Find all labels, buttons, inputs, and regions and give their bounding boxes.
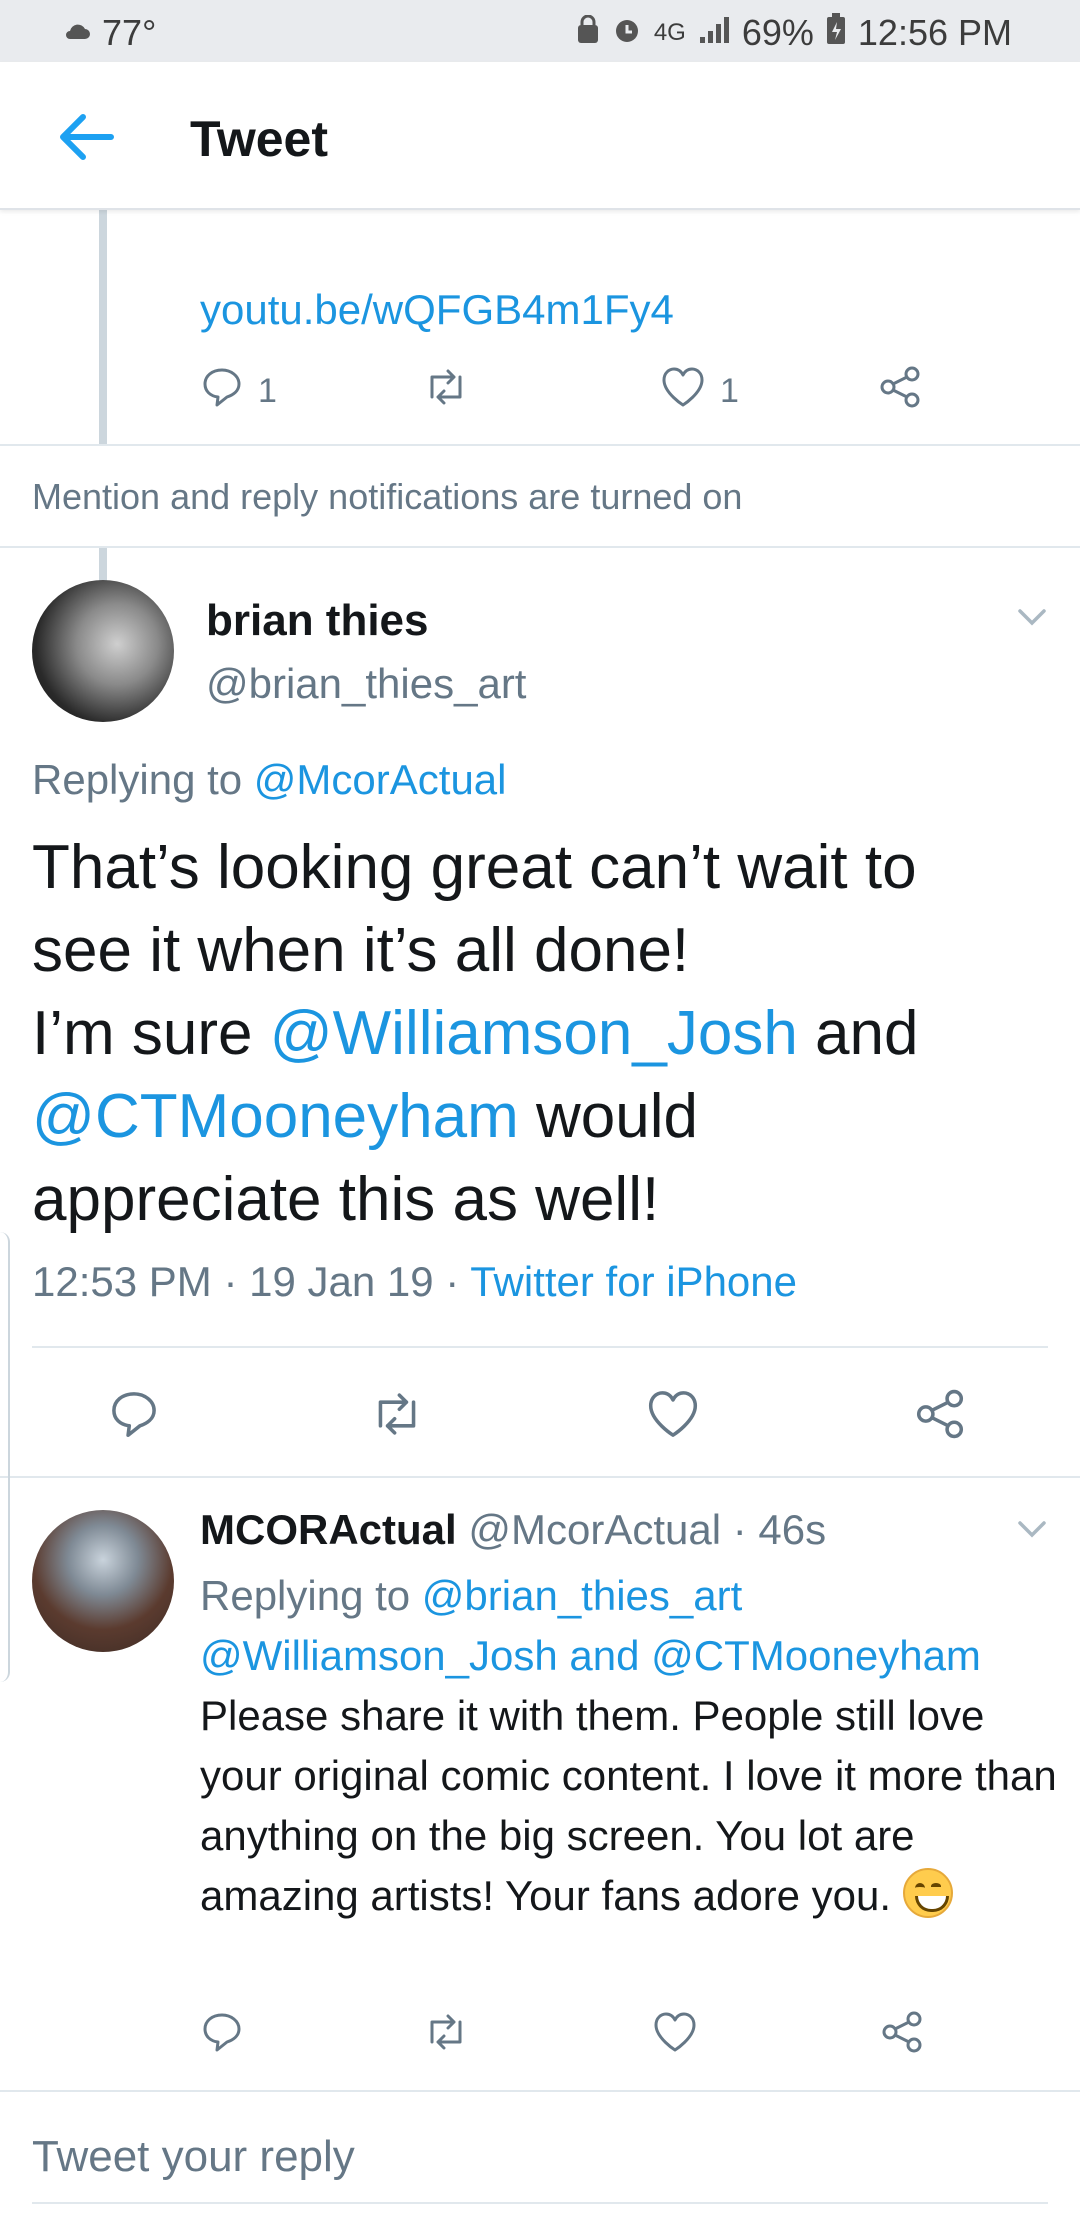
share-button[interactable] xyxy=(914,1388,966,1449)
replying-label: Replying to xyxy=(32,756,254,803)
battery-icon xyxy=(826,12,846,54)
reply-icon xyxy=(108,1388,160,1449)
reply-icon xyxy=(200,365,244,418)
separator: · xyxy=(721,1506,759,1553)
mention-link[interactable]: @Williamson_Josh xyxy=(200,1632,558,1679)
chevron-down-icon xyxy=(1016,1521,1048,1544)
tweet-text-line: I’m sure @Williamson_Josh and @CTMooneyh… xyxy=(32,992,932,1241)
back-arrow-icon xyxy=(55,112,115,167)
battery-percent: 69% xyxy=(741,12,814,53)
share-icon xyxy=(914,1388,966,1449)
reply-icon xyxy=(200,2010,244,2063)
reply-button[interactable] xyxy=(200,2010,244,2063)
retweet-icon xyxy=(422,2010,470,2063)
tweet-age: 46s xyxy=(758,1506,827,1553)
reply-author-row: MCORActual @McorActual · 46s xyxy=(200,1506,826,1554)
like-count: 1 xyxy=(720,372,739,410)
tweet-text: That’s looking great can’t wait to see i… xyxy=(32,826,1032,1241)
tweet-text-line: That’s looking great can’t wait to see i… xyxy=(32,833,917,985)
share-icon xyxy=(878,365,922,418)
tweet-action-bar xyxy=(32,1346,1048,1476)
avatar[interactable] xyxy=(32,580,174,722)
avatar[interactable] xyxy=(32,1510,174,1652)
retweet-button[interactable] xyxy=(422,365,470,418)
page-title: Tweet xyxy=(190,111,328,167)
status-bar: 77° 4G 69% 12:56 PM xyxy=(0,0,1080,62)
reply-input[interactable]: Tweet your reply xyxy=(32,2132,355,2182)
mention-link[interactable]: @CTMooneyham xyxy=(651,1632,981,1679)
tweet-time: 12:53 PM xyxy=(32,1258,212,1305)
previous-tweet-actions: 1 1 xyxy=(200,365,940,415)
tweet-menu-button[interactable] xyxy=(1016,606,1056,636)
author-name[interactable]: brian thies xyxy=(206,596,429,646)
thread-line xyxy=(99,210,107,446)
replying-to: Replying to @McorActual xyxy=(32,756,507,804)
retweet-button[interactable] xyxy=(368,1388,426,1449)
like-button[interactable] xyxy=(652,2010,698,2063)
notification-notice: Mention and reply notifications are turn… xyxy=(32,476,743,517)
temperature: 77° xyxy=(102,12,157,53)
grinning-emoji-icon xyxy=(902,1868,953,1918)
share-button[interactable] xyxy=(880,2010,924,2063)
tweet-source[interactable]: Twitter for iPhone xyxy=(470,1258,797,1305)
retweet-icon xyxy=(368,1388,426,1449)
tweet-text-segment: and xyxy=(797,999,919,1068)
back-button[interactable] xyxy=(50,104,120,174)
share-button[interactable] xyxy=(878,365,922,418)
reply-text: Please share it with them. People still … xyxy=(200,1686,1060,1926)
tweet-link[interactable]: youtu.be/wQFGB4m1Fy4 xyxy=(200,286,674,334)
reply-composer: Tweet your reply xyxy=(0,2090,1080,2220)
tweet-metadata: 12:53 PM · 19 Jan 19 · Twitter for iPhon… xyxy=(32,1258,797,1305)
alarm-icon xyxy=(612,12,642,54)
and-text: and xyxy=(557,1632,652,1679)
thread-line xyxy=(99,548,107,582)
signal-icon xyxy=(698,12,730,54)
reply-button[interactable] xyxy=(108,1388,160,1449)
replying-to: Replying to @brian_thies_art @Williamson_… xyxy=(200,1566,1060,1686)
tweet-menu-button[interactable] xyxy=(1016,1518,1056,1548)
like-icon xyxy=(652,2010,698,2063)
retweet-button[interactable] xyxy=(422,2010,470,2063)
author-name[interactable]: MCORActual xyxy=(200,1506,457,1553)
lock-icon xyxy=(576,12,600,54)
app-bar: Tweet xyxy=(0,62,1080,210)
mention-link[interactable]: @brian_thies_art xyxy=(422,1572,742,1619)
mention-link[interactable]: @Williamson_Josh xyxy=(270,999,798,1068)
like-button[interactable] xyxy=(646,1388,700,1449)
network-type: 4G xyxy=(653,19,686,46)
author-handle[interactable]: @McorActual xyxy=(468,1506,721,1553)
reply-button[interactable]: 1 xyxy=(200,365,277,418)
divider xyxy=(0,546,1080,548)
like-button[interactable]: 1 xyxy=(660,365,739,418)
divider xyxy=(0,1476,1080,1478)
reply-count: 1 xyxy=(258,372,277,410)
tweet-text-segment: I’m sure xyxy=(32,999,270,1068)
weather-icon xyxy=(62,12,92,54)
tweet-date: 19 Jan 19 xyxy=(249,1258,434,1305)
divider xyxy=(0,444,1080,446)
chevron-down-icon xyxy=(1016,609,1048,632)
mention-link[interactable]: @CTMooneyham xyxy=(32,1082,519,1151)
like-icon xyxy=(646,1388,700,1449)
like-icon xyxy=(660,365,706,418)
mention-link[interactable]: @McorActual xyxy=(254,756,507,803)
input-underline xyxy=(32,2202,1048,2204)
share-icon xyxy=(880,2010,924,2063)
replying-label: Replying to xyxy=(200,1572,422,1619)
clock: 12:56 PM xyxy=(857,12,1012,53)
author-handle[interactable]: @brian_thies_art xyxy=(206,660,526,708)
reply-tweet-actions xyxy=(200,2010,940,2060)
scroll-edge xyxy=(0,1232,10,1682)
retweet-icon xyxy=(422,365,470,418)
